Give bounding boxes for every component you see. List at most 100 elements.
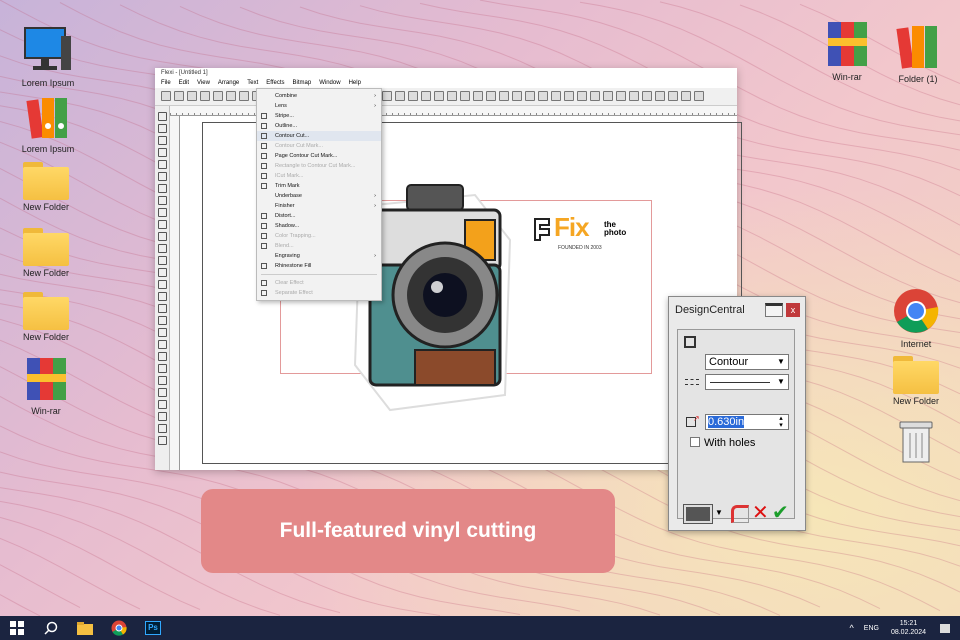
with-holes-checkbox[interactable]: With holes: [690, 437, 755, 450]
toolbar-button[interactable]: [590, 91, 600, 101]
tool-button[interactable]: [157, 292, 167, 301]
tool-button[interactable]: [157, 112, 167, 121]
desktop-icon-internet[interactable]: Internet: [884, 287, 948, 349]
toolbar-button[interactable]: [616, 91, 626, 101]
tool-button[interactable]: [157, 196, 167, 205]
tool-button[interactable]: [157, 424, 167, 433]
desktop-icon-binders[interactable]: Lorem Ipsum: [16, 96, 80, 154]
tool-button[interactable]: [157, 412, 167, 421]
desktop-icon-computer[interactable]: Lorem Ipsum: [16, 26, 80, 88]
toolbar-button[interactable]: [213, 91, 223, 101]
menu-window[interactable]: Window: [319, 78, 340, 88]
menu-file[interactable]: File: [161, 78, 171, 88]
toolbar-button[interactable]: [655, 91, 665, 101]
offset-input[interactable]: 0.630in ▴ ▾: [705, 414, 789, 430]
minimize-button[interactable]: [765, 303, 783, 317]
menu-item-stripe[interactable]: Stripe...: [257, 111, 381, 121]
menu-item-trim-mark[interactable]: Trim Mark: [257, 181, 381, 191]
tool-button[interactable]: [157, 160, 167, 169]
tool-button[interactable]: [157, 184, 167, 193]
cancel-x-icon[interactable]: ✕: [752, 502, 769, 524]
toolbar-button[interactable]: [174, 91, 184, 101]
menu-item-page-contour-cut-mark[interactable]: Page Contour Cut Mark...: [257, 151, 381, 161]
toolbar-button[interactable]: [460, 91, 470, 101]
line-style-select[interactable]: ▼: [705, 374, 789, 390]
toolbar-button[interactable]: [551, 91, 561, 101]
menu-item-distort[interactable]: Distort...: [257, 211, 381, 221]
menu-arrange[interactable]: Arrange: [218, 78, 239, 88]
photoshop-icon[interactable]: Ps: [136, 616, 170, 640]
tool-button[interactable]: [157, 364, 167, 373]
desktop-icon-folder-1[interactable]: Folder (1): [886, 24, 950, 84]
tool-button[interactable]: [157, 304, 167, 313]
chrome-taskbar-icon[interactable]: [102, 616, 136, 640]
tool-button[interactable]: [157, 244, 167, 253]
menu-item-finisher[interactable]: Finisher ›: [257, 201, 381, 211]
menu-item-contour-cut[interactable]: Contour Cut...: [257, 131, 381, 141]
tool-button[interactable]: [157, 256, 167, 265]
desktop-icon-new-folder[interactable]: New Folder: [884, 356, 948, 406]
tool-button[interactable]: [157, 220, 167, 229]
toolbar-button[interactable]: [447, 91, 457, 101]
menu-bitmap[interactable]: Bitmap: [293, 78, 312, 88]
tool-button[interactable]: [157, 340, 167, 349]
windows-start-icon[interactable]: [0, 616, 34, 640]
tool-button[interactable]: [157, 268, 167, 277]
menu-help[interactable]: Help: [349, 78, 361, 88]
tool-button[interactable]: [157, 172, 167, 181]
toolbar-button[interactable]: [629, 91, 639, 101]
clock[interactable]: 15:21 08.02.2024: [891, 619, 926, 637]
menu-text[interactable]: Text: [247, 78, 258, 88]
menu-view[interactable]: View: [197, 78, 210, 88]
toolbar-button[interactable]: [486, 91, 496, 101]
search-icon[interactable]: [34, 616, 68, 640]
tool-button[interactable]: [157, 352, 167, 361]
toolbar-button[interactable]: [512, 91, 522, 101]
toolbar-button[interactable]: [395, 91, 405, 101]
toolbar-button[interactable]: [226, 91, 236, 101]
tool-button[interactable]: [157, 376, 167, 385]
tool-button[interactable]: [157, 148, 167, 157]
toolbar-button[interactable]: [421, 91, 431, 101]
tool-button[interactable]: [157, 124, 167, 133]
menu-item-combine[interactable]: Combine ›: [257, 91, 381, 101]
toolbar-button[interactable]: [577, 91, 587, 101]
desktop-icon-winrar[interactable]: Win-rar: [815, 20, 879, 82]
close-button[interactable]: x: [786, 303, 800, 317]
toolbar-button[interactable]: [187, 91, 197, 101]
toolbar-button[interactable]: [499, 91, 509, 101]
toolbar-button[interactable]: [525, 91, 535, 101]
toolbar-button[interactable]: [564, 91, 574, 101]
confirm-check-icon[interactable]: ✔: [772, 502, 789, 524]
language-indicator[interactable]: ENG: [864, 624, 879, 633]
menu-edit[interactable]: Edit: [179, 78, 189, 88]
toolbar-button[interactable]: [434, 91, 444, 101]
tool-button[interactable]: [157, 328, 167, 337]
desktop-icon-new-folder[interactable]: New Folder: [14, 162, 78, 212]
tool-button[interactable]: [157, 208, 167, 217]
tool-button[interactable]: [157, 388, 167, 397]
tool-button[interactable]: [157, 280, 167, 289]
desktop-icon-new-folder[interactable]: New Folder: [14, 228, 78, 278]
tool-button[interactable]: [157, 136, 167, 145]
menu-item-engraving[interactable]: Engraving ›: [257, 251, 381, 261]
menu-item-underbase[interactable]: Underbase ›: [257, 191, 381, 201]
notification-icon[interactable]: [940, 623, 950, 633]
toolbar-button[interactable]: [161, 91, 171, 101]
desktop-icon-new-folder[interactable]: New Folder: [14, 292, 78, 342]
toolbar-button[interactable]: [200, 91, 210, 101]
toolbar-button[interactable]: [642, 91, 652, 101]
type-select[interactable]: Contour ▼: [705, 354, 789, 370]
toolbar-button[interactable]: [694, 91, 704, 101]
toolbar-button[interactable]: [668, 91, 678, 101]
toolbar-button[interactable]: [239, 91, 249, 101]
tray-overflow-icon[interactable]: ^: [850, 623, 854, 633]
apply-effect-icon[interactable]: [731, 505, 749, 523]
toolbar-button[interactable]: [681, 91, 691, 101]
menu-item-outline[interactable]: Outline...: [257, 121, 381, 131]
menu-effects[interactable]: Effects: [266, 78, 284, 88]
color-swatch-button[interactable]: [683, 504, 713, 524]
desktop-icon-winrar[interactable]: Win-rar: [14, 356, 78, 416]
tool-button[interactable]: [157, 400, 167, 409]
desktop-icon-recycle-bin[interactable]: [884, 418, 948, 468]
